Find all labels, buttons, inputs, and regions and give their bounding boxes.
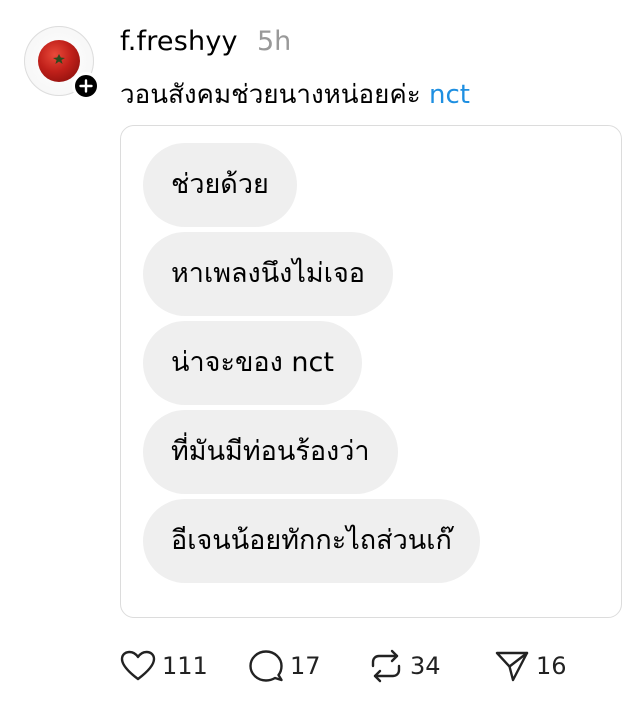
message-bubble: น่าจะของ nct bbox=[143, 321, 362, 405]
comment-icon bbox=[249, 650, 283, 682]
like-count: 111 bbox=[162, 652, 208, 680]
follow-button[interactable] bbox=[72, 72, 100, 100]
message-bubble: ที่มันมีท่อนร้องว่า bbox=[143, 410, 398, 494]
share-icon bbox=[495, 651, 529, 682]
share-count: 16 bbox=[536, 652, 567, 680]
plus-icon bbox=[79, 79, 93, 93]
avatar-image bbox=[38, 40, 80, 82]
action-bar: 111 17 34 16 bbox=[120, 646, 620, 686]
comment-count: 17 bbox=[290, 652, 321, 680]
repost-icon bbox=[371, 649, 401, 683]
share-button[interactable]: 16 bbox=[494, 646, 567, 686]
post-caption: วอนสังคมช่วยนางหน่อยค่ะ nct bbox=[120, 74, 470, 115]
caption-tag-link[interactable]: nct bbox=[429, 80, 470, 110]
username[interactable]: f.freshyy bbox=[120, 26, 238, 57]
comment-button[interactable]: 17 bbox=[248, 646, 321, 686]
heart-icon bbox=[120, 650, 156, 681]
post-time: 5h bbox=[257, 26, 292, 57]
caption-text: วอนสังคมช่วยนางหน่อยค่ะ bbox=[120, 80, 430, 110]
repost-count: 34 bbox=[410, 652, 441, 680]
like-button[interactable]: 111 bbox=[120, 646, 208, 686]
attached-image[interactable]: ช่วยด้วย หาเพลงนึงไม่เจอ น่าจะของ nct ที… bbox=[120, 125, 622, 618]
message-bubble: หาเพลงนึงไม่เจอ bbox=[143, 232, 393, 316]
message-bubble: ช่วยด้วย bbox=[143, 143, 297, 227]
repost-button[interactable]: 34 bbox=[368, 646, 441, 686]
message-bubble: อีเจนน้อยทักกะไถส่วนเก๊ bbox=[143, 499, 480, 583]
